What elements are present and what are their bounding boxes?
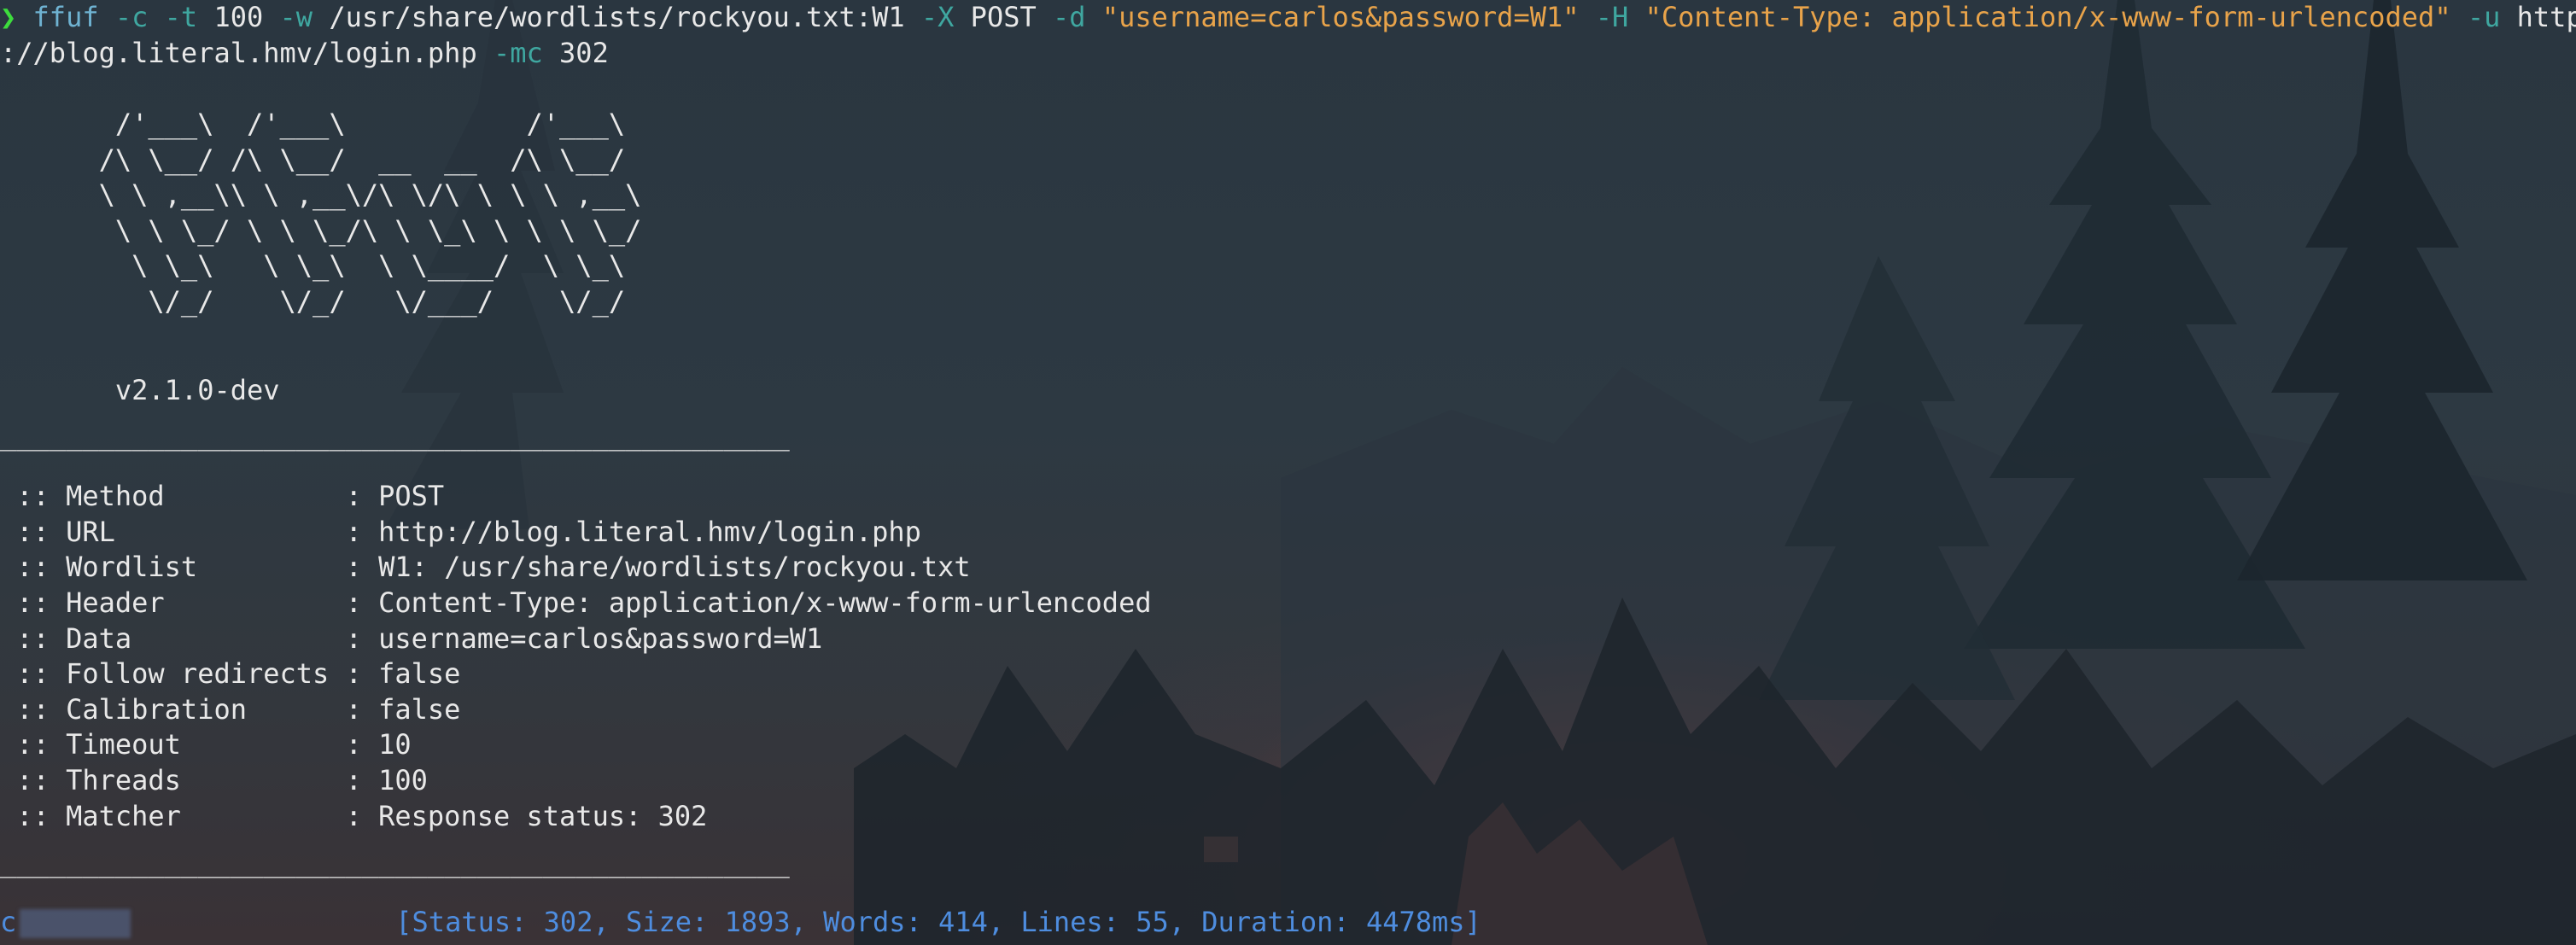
config-value: W1: /usr/share/wordlists/rockyou.txt xyxy=(378,551,971,583)
config-row: :: Matcher : Response status: 302 xyxy=(0,799,707,835)
flag-c-t: -c -t xyxy=(98,1,214,33)
result-status: [Status: 302, Size: 1893, Words: 414, Li… xyxy=(395,906,1481,938)
config-key: :: Header : xyxy=(0,586,379,619)
config-key: :: Matcher : xyxy=(0,800,379,832)
config-row: :: Wordlist : W1: /usr/share/wordlists/r… xyxy=(0,550,971,586)
config-row: :: Header : Content-Type: application/x-… xyxy=(0,586,1152,621)
url-arg-continued: ://blog.literal.hmv/login.php xyxy=(0,37,477,69)
terminal-output: ❯ ffuf -c -t 100 -w /usr/share/wordlists… xyxy=(0,0,2576,945)
mc-arg: 302 xyxy=(559,37,609,69)
config-key: :: Method : xyxy=(0,480,379,512)
version-text: v2.1.0-dev xyxy=(0,374,280,406)
config-value: false xyxy=(378,693,461,726)
config-value: POST xyxy=(378,480,445,512)
result-line: c [Status: 302, Size: 1893, Words: 414, L… xyxy=(0,905,1481,941)
result-prefix: c xyxy=(0,906,17,938)
config-value: 10 xyxy=(378,728,412,761)
config-key: :: Timeout : xyxy=(0,728,379,761)
config-value: 100 xyxy=(378,764,428,796)
header-arg: "Content-Type: application/x-www-form-ur… xyxy=(1644,1,2451,33)
config-key: :: Follow redirects : xyxy=(0,657,379,690)
command-line: ❯ ffuf -c -t 100 -w /usr/share/wordlists… xyxy=(0,0,2576,36)
flag-u: -u xyxy=(2450,1,2517,33)
flag-mc: -mc xyxy=(476,37,560,69)
config-value: Response status: 302 xyxy=(378,800,708,832)
redacted-password xyxy=(20,909,131,938)
config-key: :: Data : xyxy=(0,622,379,655)
config-row: :: URL : http://blog.literal.hmv/login.p… xyxy=(0,515,921,551)
config-row: :: Data : username=carlos&password=W1 xyxy=(0,621,822,657)
prompt-chevron-icon: ❯ xyxy=(0,1,17,33)
config-row: :: Calibration : false xyxy=(0,692,460,728)
config-row: :: Timeout : 10 xyxy=(0,727,412,763)
data-arg: "username=carlos&password=W1" xyxy=(1101,1,1580,33)
wordlist-arg: /usr/share/wordlists/rockyou.txt:W1 xyxy=(329,1,905,33)
method-arg: POST xyxy=(970,1,1037,33)
config-key: :: Wordlist : xyxy=(0,551,379,583)
config-value: Content-Type: application/x-www-form-url… xyxy=(378,586,1152,619)
flag-w: -w xyxy=(263,1,330,33)
config-row: :: Threads : 100 xyxy=(0,763,428,799)
url-arg-start: http xyxy=(2516,1,2576,33)
command-line-wrap: ://blog.literal.hmv/login.php -mc 302 xyxy=(0,36,609,72)
config-value: username=carlos&password=W1 xyxy=(378,622,823,655)
ffuf-ascii-banner: /'___\ /'___\ /'___\ /\ \__/ /\ \__/ __ … xyxy=(98,108,642,318)
config-row: :: Method : POST xyxy=(0,479,444,515)
config-row: :: Follow redirects : false xyxy=(0,656,460,692)
config-value: http://blog.literal.hmv/login.php xyxy=(378,516,921,548)
config-key: :: Threads : xyxy=(0,764,379,796)
config-key: :: URL : xyxy=(0,516,379,548)
separator-bottom: ________________________________________… xyxy=(0,846,790,878)
flag-d: -d xyxy=(1036,1,1102,33)
config-value: false xyxy=(378,657,461,690)
flag-x: -X xyxy=(904,1,971,33)
separator-top: ________________________________________… xyxy=(0,419,790,452)
config-key: :: Calibration : xyxy=(0,693,379,726)
command-program: ffuf xyxy=(32,1,99,33)
flag-h: -H xyxy=(1579,1,1645,33)
threads-arg: 100 xyxy=(213,1,264,33)
